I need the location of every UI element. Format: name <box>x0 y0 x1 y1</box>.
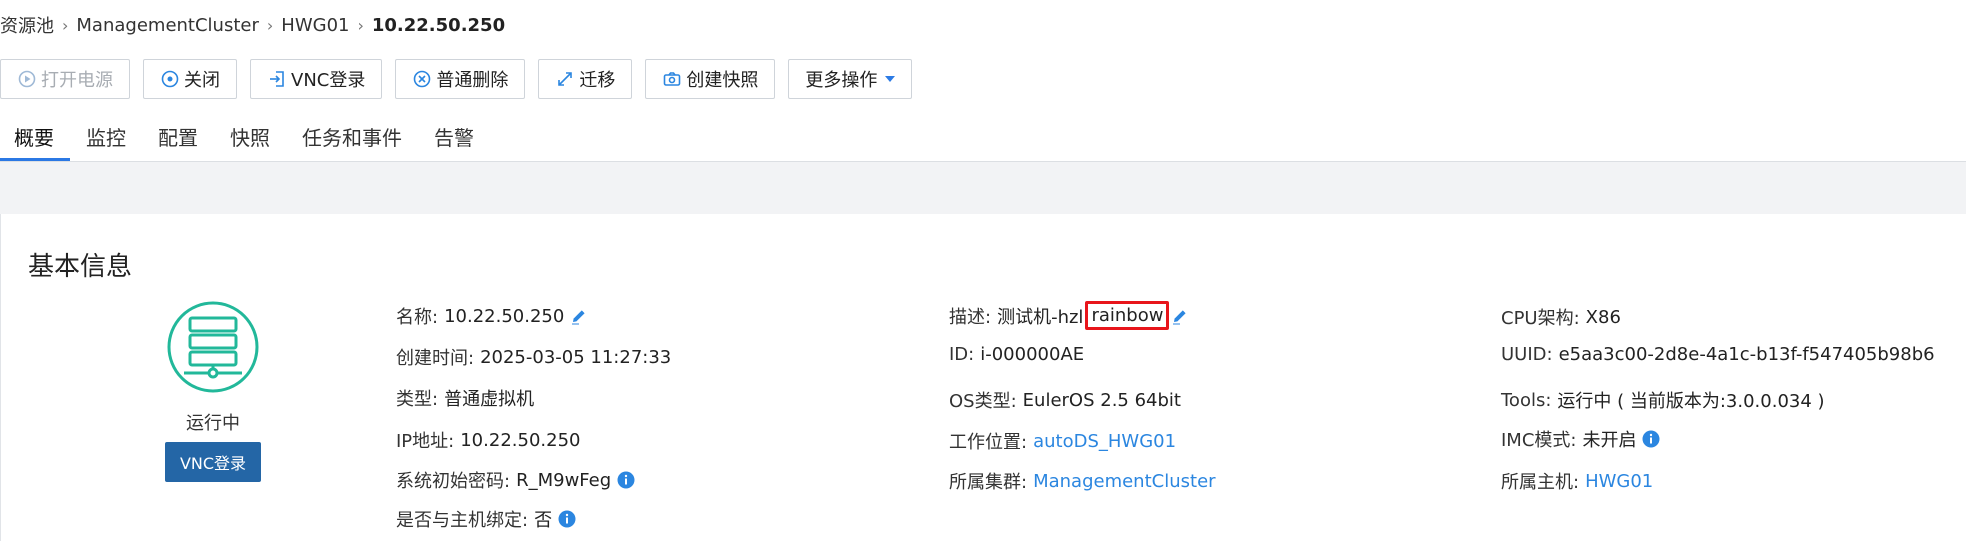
host-binding-value: 否 <box>534 510 553 531</box>
more-actions-dropdown[interactable]: 更多操作 <box>788 59 913 99</box>
info-icon[interactable] <box>1642 430 1660 448</box>
os-type-label: OS类型: <box>949 391 1017 412</box>
info-cpu-arch: CPU架构: X86 <box>1501 304 1621 330</box>
tab-overview[interactable]: 概要 <box>0 118 70 161</box>
work-location-link[interactable]: autoDS_HWG01 <box>1033 431 1176 452</box>
migrate-button[interactable]: 迁移 <box>538 59 633 99</box>
tab-tasks-events[interactable]: 任务和事件 <box>286 118 418 158</box>
description-highlight: rainbow <box>1085 301 1170 330</box>
id-value: i-000000AE <box>980 344 1085 365</box>
name-label: 名称: <box>396 307 439 328</box>
created-time-value: 2025-03-05 11:27:33 <box>480 346 672 368</box>
info-created-time: 创建时间: 2025-03-05 11:27:33 <box>396 344 671 370</box>
cluster-label: 所属集群: <box>949 472 1028 493</box>
info-host-binding: 是否与主机绑定: 否 <box>396 506 576 532</box>
login-icon <box>267 69 287 89</box>
description-value: 测试机-hzl <box>997 306 1084 328</box>
password-value: R_M9wFeg <box>516 469 612 491</box>
tab-config[interactable]: 配置 <box>142 118 214 158</box>
vnc-login-label: VNC登录 <box>291 70 366 91</box>
password-label: 系统初始密码: <box>396 471 511 492</box>
info-icon[interactable] <box>558 510 576 528</box>
power-on-label: 打开电源 <box>41 70 113 91</box>
info-ip: IP地址: 10.22.50.250 <box>396 427 580 453</box>
tab-bar: 概要 监控 配置 快照 任务和事件 告警 <box>0 118 490 162</box>
info-id: ID: i-000000AE <box>949 344 1084 365</box>
migrate-label: 迁移 <box>579 70 616 91</box>
uuid-label: UUID: <box>1501 344 1553 365</box>
vm-server-icon <box>166 300 260 394</box>
created-time-label: 创建时间: <box>396 348 475 369</box>
shutdown-label: 关闭 <box>184 70 220 91</box>
info-name: 名称: 10.22.50.250 <box>396 303 588 329</box>
breadcrumb-cluster[interactable]: ManagementCluster <box>76 15 258 36</box>
action-toolbar: 打开电源 关闭 VNC登录 普通删除 迁移 创建快照 更多操作 <box>0 59 913 101</box>
info-imc-mode: IMC模式: 未开启 <box>1501 426 1660 452</box>
tools-label: Tools: <box>1501 389 1552 411</box>
cpu-arch-value: X86 <box>1585 306 1621 328</box>
shutdown-button[interactable]: 关闭 <box>143 59 237 99</box>
breadcrumb-resource-pool[interactable]: 资源池 <box>0 12 54 38</box>
tab-alarms[interactable]: 告警 <box>418 118 490 158</box>
uuid-value: e5aa3c00-2d8e-4a1c-b13f-f547405b98b6 <box>1558 344 1935 365</box>
type-label: 类型: <box>396 389 439 410</box>
chevron-right-icon: › <box>266 15 274 35</box>
info-work-location: 工作位置: autoDS_HWG01 <box>949 428 1176 454</box>
caret-down-icon <box>885 76 896 82</box>
imc-mode-value: 未开启 <box>1582 430 1637 451</box>
delete-label: 普通删除 <box>436 70 509 91</box>
camera-icon <box>662 69 682 89</box>
info-uuid: UUID: e5aa3c00-2d8e-4a1c-b13f-f547405b98… <box>1501 344 1935 365</box>
more-actions-label: 更多操作 <box>805 70 878 91</box>
ip-value: 10.22.50.250 <box>460 429 581 451</box>
id-label: ID: <box>949 344 975 365</box>
breadcrumb: 资源池 › ManagementCluster › HWG01 › 10.22.… <box>0 12 505 38</box>
work-location-label: 工作位置: <box>949 432 1028 453</box>
type-value: 普通虚拟机 <box>444 389 535 410</box>
section-title: 基本信息 <box>28 252 133 282</box>
host-link[interactable]: HWG01 <box>1585 471 1653 492</box>
host-label: 所属主机: <box>1501 472 1580 493</box>
cluster-link[interactable]: ManagementCluster <box>1033 471 1215 492</box>
chevron-right-icon: › <box>62 15 69 35</box>
info-tools: Tools: 运行中 ( 当前版本为:3.0.0.034 ) <box>1501 387 1825 413</box>
description-label: 描述: <box>949 306 992 328</box>
tools-value: 运行中 ( 当前版本为:3.0.0.034 ) <box>1557 391 1825 412</box>
breadcrumb-host[interactable]: HWG01 <box>281 15 349 36</box>
power-on-button[interactable]: 打开电源 <box>0 59 130 99</box>
cpu-arch-label: CPU架构: <box>1501 308 1580 329</box>
vm-status: 运行中 <box>186 413 240 434</box>
delete-button[interactable]: 普通删除 <box>395 59 526 99</box>
vnc-login-toolbar-button[interactable]: VNC登录 <box>250 59 383 99</box>
info-host: 所属主机: HWG01 <box>1501 468 1653 494</box>
stop-icon <box>160 69 180 89</box>
info-initial-password: 系统初始密码: R_M9wFeg <box>396 467 635 493</box>
name-value: 10.22.50.250 <box>444 305 565 327</box>
edit-pencil-icon[interactable] <box>1171 307 1189 325</box>
create-snapshot-label: 创建快照 <box>686 70 759 91</box>
breadcrumb-current: 10.22.50.250 <box>371 14 506 36</box>
tab-monitor[interactable]: 监控 <box>70 118 142 158</box>
vnc-login-button[interactable]: VNC登录 <box>165 442 261 482</box>
power-icon <box>17 69 37 89</box>
ip-label: IP地址: <box>396 431 455 452</box>
imc-mode-label: IMC模式: <box>1501 430 1577 451</box>
tab-snapshot[interactable]: 快照 <box>214 118 286 158</box>
info-cluster: 所属集群: ManagementCluster <box>949 468 1216 494</box>
create-snapshot-button[interactable]: 创建快照 <box>645 59 776 99</box>
info-description: 描述: 测试机-hzl rainbow <box>949 301 1189 330</box>
os-type-value: EulerOS 2.5 64bit <box>1022 389 1181 411</box>
delete-circle-icon <box>412 69 432 89</box>
expand-arrows-icon <box>555 69 575 89</box>
chevron-right-icon: › <box>357 15 364 35</box>
info-type: 类型: 普通虚拟机 <box>396 385 534 411</box>
info-os-type: OS类型: EulerOS 2.5 64bit <box>949 387 1181 413</box>
content-spacer <box>0 162 1966 215</box>
edit-pencil-icon[interactable] <box>570 307 588 325</box>
info-icon[interactable] <box>617 471 635 489</box>
host-binding-label: 是否与主机绑定: <box>396 510 529 531</box>
